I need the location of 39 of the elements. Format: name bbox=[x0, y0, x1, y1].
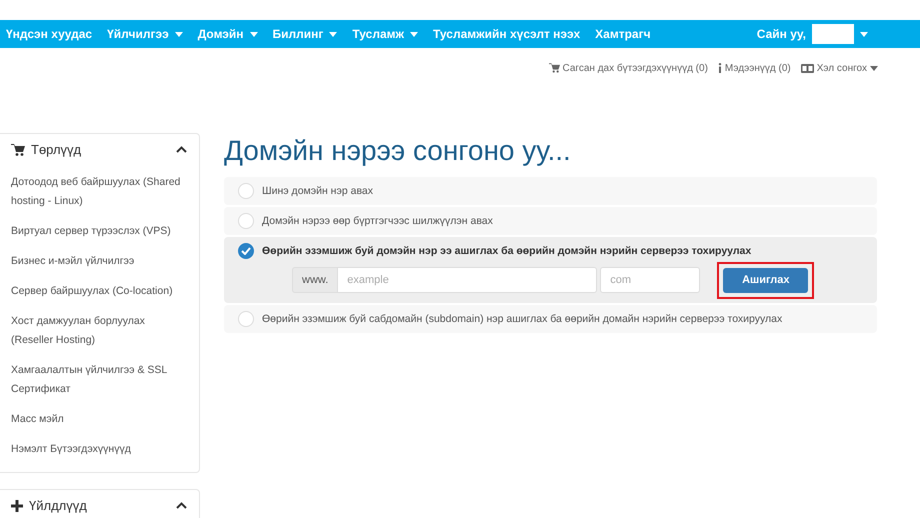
chevron-icon[interactable] bbox=[176, 502, 187, 509]
input-prefix: www. bbox=[292, 267, 338, 293]
top-link[interactable]: Мэдээнүүд (0) bbox=[724, 62, 791, 74]
plus-icon bbox=[11, 500, 23, 512]
cart-icon bbox=[548, 63, 560, 73]
use-button[interactable]: Ашиглах bbox=[723, 268, 808, 292]
tld-input-field[interactable]: com bbox=[600, 267, 700, 293]
sidebar-item[interactable]: Хамгаалалтын үйлчилгээ & SSL Сертификат bbox=[0, 357, 199, 406]
option-row[interactable]: Өөрийн эзэмшиж буй сабдомайн (subdomain) нэр ашиглах ба өөрийн домайн нэрийн серверээ тохируулах bbox=[224, 305, 877, 333]
sidebar-item[interactable]: Бизнес и-мэйл үйлчилгээ bbox=[0, 248, 199, 278]
sidebar-item[interactable]: Нэмэлт Бүтээгдэхүүнүүд bbox=[0, 436, 199, 466]
page-title: Домэйн нэрээ сонгоно уу... bbox=[224, 135, 572, 167]
option-label: Өөрийн эзэмшиж буй домэйн нэр ээ ашиглах ба өөрийн домэйн нэрийн серверээ тохируулах bbox=[262, 245, 752, 257]
caret-icon bbox=[870, 66, 878, 70]
top-link[interactable]: Хэл сонгох bbox=[816, 62, 867, 74]
sidebar-item[interactable]: Дотоодод веб байршуулах (Shared hosting - Linux) bbox=[0, 169, 199, 218]
option-label: Шинэ домэйн нэр авах bbox=[262, 185, 373, 197]
greeting-text: Сайн уу, bbox=[756, 27, 806, 41]
sidebar-item[interactable]: Хост дамжуулан борлуулах (Reseller Hosting) bbox=[0, 308, 199, 357]
caret-icon bbox=[860, 32, 868, 36]
chevron-icon[interactable] bbox=[176, 146, 187, 153]
check-icon bbox=[241, 247, 251, 255]
info-icon bbox=[718, 63, 722, 73]
option-row[interactable]: Өөрийн эзэмшиж буй домэйн нэр ээ ашиглах ба өөрийн домэйн нэрийн серверээ тохируулах www. example com Ашиглах bbox=[224, 237, 877, 303]
domain-input-field[interactable]: example bbox=[338, 267, 598, 293]
top-link[interactable]: Сагсан дах бүтээгдэхүүнүүд (0) bbox=[562, 62, 708, 74]
panel-title: Төрлүүд bbox=[31, 142, 82, 157]
option-label: Өөрийн эзэмшиж буй сабдомайн (subdomain) нэр ашиглах ба өөрийн домайн нэрийн серверээ тохируулах bbox=[262, 313, 782, 325]
option-row[interactable]: Шинэ домэйн нэр авах bbox=[224, 177, 877, 205]
panel-title: Үйлдлүүд bbox=[29, 498, 88, 513]
language-icon bbox=[800, 64, 814, 72]
sidebar-item[interactable]: Виртуал сервер түрээслэх (VPS) bbox=[0, 218, 199, 248]
sidebar-item[interactable]: Сервер байршуулах (Co-location) bbox=[0, 278, 199, 308]
option-row[interactable]: Домэйн нэрээ өөр бүртгэгчээс шилжүүлэн авах bbox=[224, 207, 877, 235]
sidebar-item[interactable]: Масс мэйл bbox=[0, 406, 199, 436]
cart-icon bbox=[11, 144, 25, 156]
radio-button[interactable] bbox=[238, 243, 254, 259]
redaction-block bbox=[812, 24, 854, 44]
option-label: Домэйн нэрээ өөр бүртгэгчээс шилжүүлэн авах bbox=[262, 215, 493, 227]
